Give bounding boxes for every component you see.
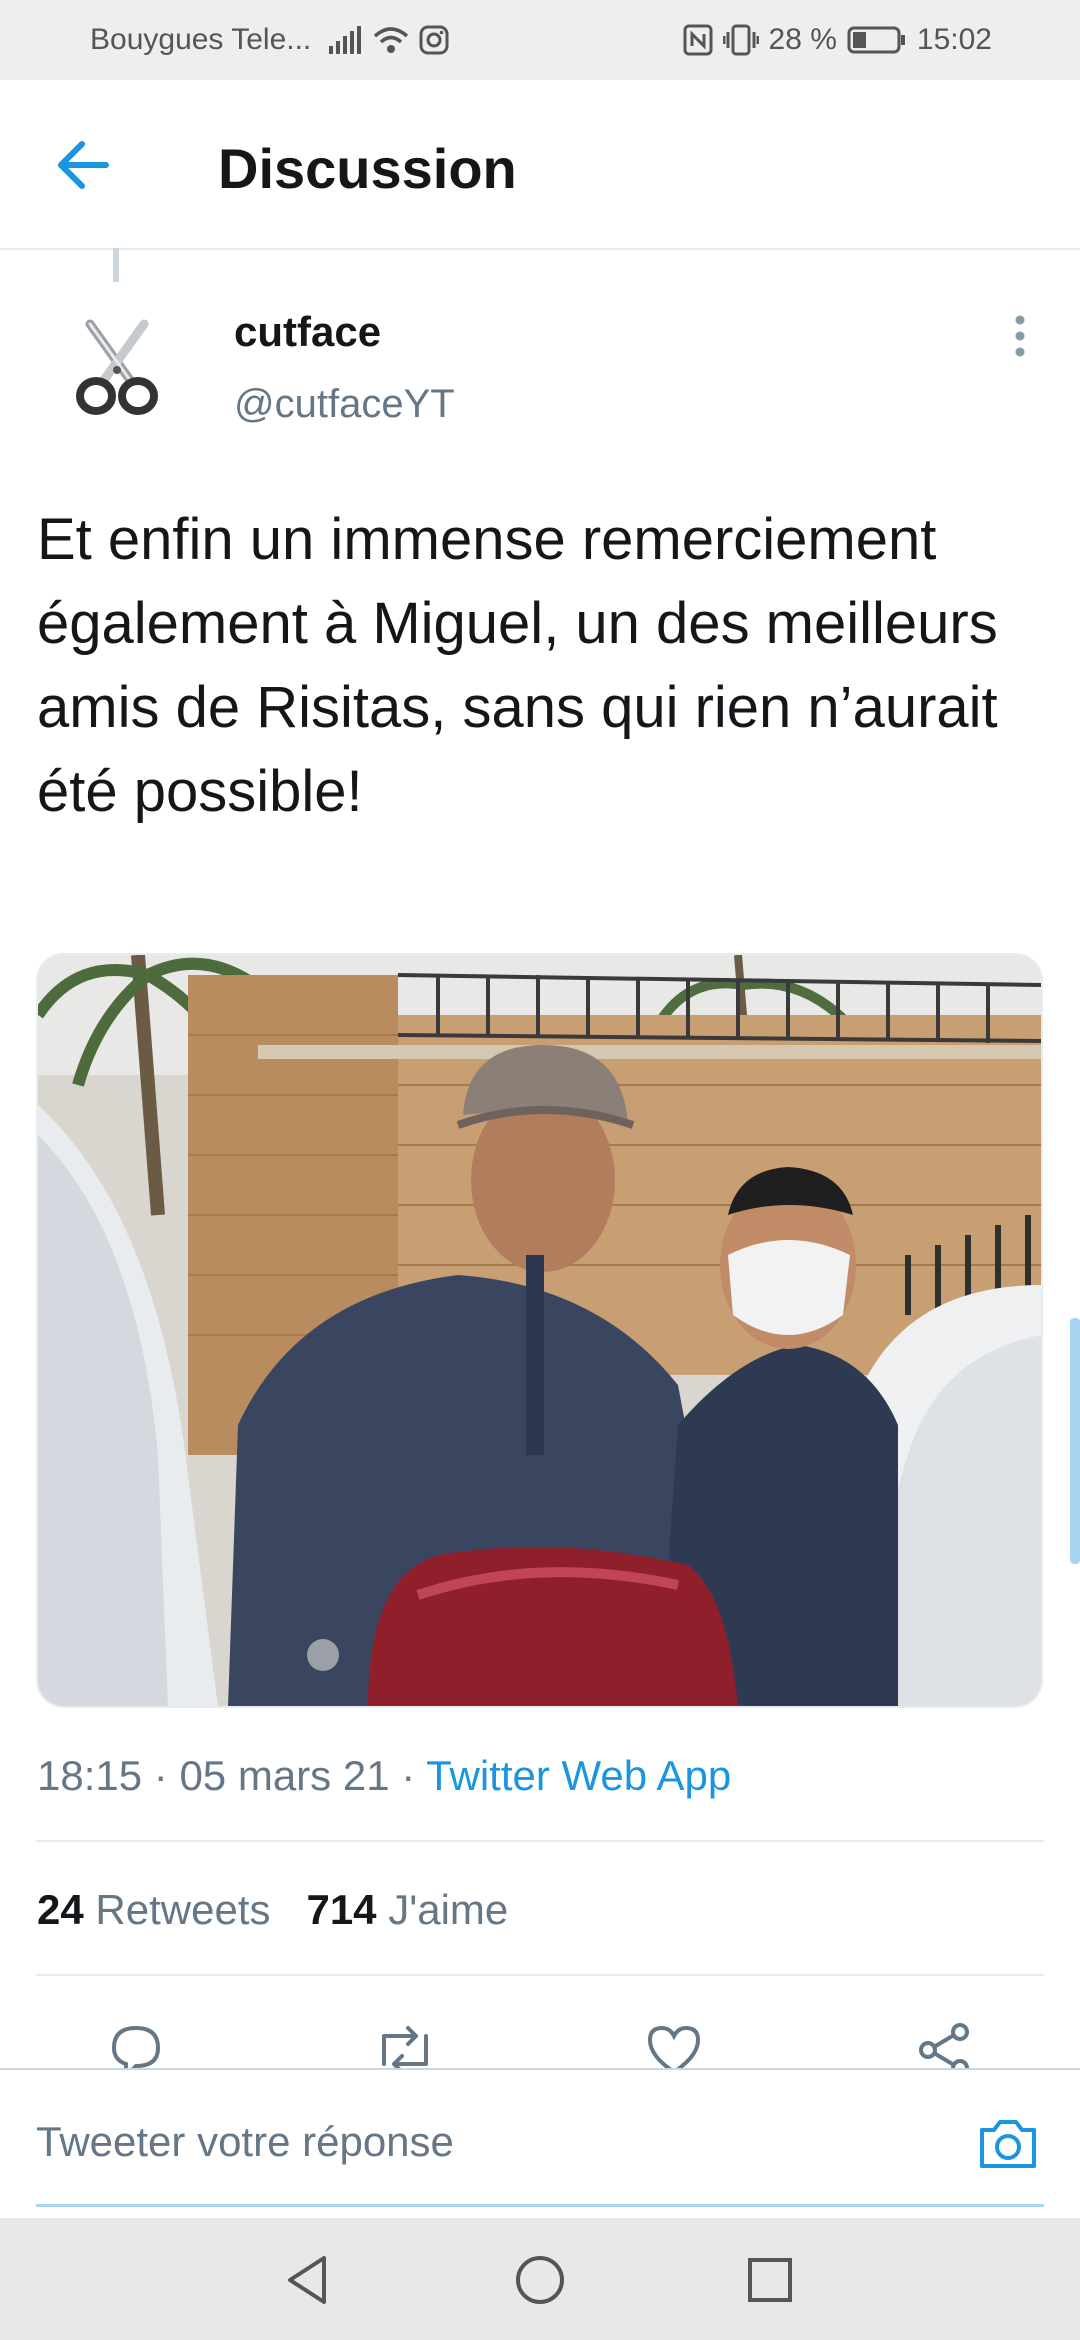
like-icon: [647, 2025, 701, 2068]
retweet-button[interactable]: [372, 2020, 432, 2068]
home-circle-icon: [516, 2256, 564, 2304]
page-title: Discussion: [218, 137, 517, 200]
reply-button[interactable]: [106, 2020, 166, 2068]
share-icon: [919, 2023, 969, 2068]
nav-recents-button[interactable]: [742, 2252, 798, 2308]
more-options-button[interactable]: [1010, 314, 1030, 358]
tweet-time: 18:15: [37, 1752, 143, 1799]
recents-square-icon: [748, 2258, 792, 2302]
vibrate-icon: [722, 24, 759, 56]
tweet-meta: 18:15 · 05 mars 21 · Twitter Web App: [37, 1752, 731, 1800]
carrier-label: Bouygues Tele...: [90, 23, 312, 56]
meta-separator: ·: [153, 1752, 168, 1799]
status-bar: Bouygues Tele... 28 % 15:02: [0, 0, 1080, 80]
more-vertical-icon: [1015, 315, 1025, 357]
divider: [36, 1840, 1044, 1842]
tweet-source-link[interactable]: Twitter Web App: [426, 1752, 731, 1799]
wifi-icon: [374, 27, 409, 53]
battery-icon: [847, 26, 905, 54]
back-triangle-icon: [288, 2256, 326, 2304]
system-nav-bar: [0, 2218, 1080, 2340]
reply-icon: [111, 2025, 161, 2068]
nfc-icon: [683, 24, 713, 56]
like-button[interactable]: [644, 2020, 704, 2068]
tweet-actions: [0, 2010, 1080, 2068]
avatar[interactable]: [72, 318, 162, 418]
nav-back-button[interactable]: [280, 2252, 336, 2308]
back-button[interactable]: [50, 132, 116, 198]
camera-button[interactable]: [976, 2112, 1040, 2176]
app-header: Discussion: [0, 80, 1080, 250]
divider: [36, 1974, 1044, 1976]
author-handle[interactable]: @cutfaceYT: [234, 382, 455, 427]
tweet-photo[interactable]: [36, 953, 1043, 1708]
likes-label: J'aime: [388, 1886, 509, 1933]
scissors-icon: [76, 319, 158, 415]
instagram-icon: [419, 25, 449, 55]
likes-stat[interactable]: 714 J'aime: [306, 1886, 508, 1934]
likes-count: 714: [306, 1886, 377, 1933]
scrollbar[interactable]: [1070, 1318, 1080, 1564]
signal-icon: [329, 26, 362, 54]
reply-bar: Tweeter votre réponse: [0, 2068, 1080, 2220]
nav-home-button[interactable]: [512, 2252, 568, 2308]
arrow-left-icon: [58, 141, 109, 189]
battery-percent: 28 %: [768, 23, 837, 56]
retweets-stat[interactable]: 24 Retweets: [37, 1886, 270, 1934]
retweets-count: 24: [37, 1886, 84, 1933]
tweet-text: Et enfin un immense remerciement égaleme…: [37, 507, 998, 824]
reply-underline: [36, 2204, 1044, 2207]
camera-icon: [980, 2120, 1036, 2168]
tweet-date: 05 mars 21: [179, 1752, 390, 1799]
retweets-label: Retweets: [95, 1886, 271, 1933]
retweet-icon: [382, 2026, 428, 2068]
reply-input[interactable]: Tweeter votre réponse: [36, 2118, 454, 2166]
tweet-stats: 24 Retweets 714 J'aime: [37, 1886, 508, 1934]
share-button[interactable]: [914, 2020, 974, 2068]
clock: 15:02: [916, 23, 992, 56]
thread-connector: [113, 248, 119, 282]
meta-separator: ·: [401, 1752, 416, 1799]
author-name[interactable]: cutface: [234, 308, 381, 356]
